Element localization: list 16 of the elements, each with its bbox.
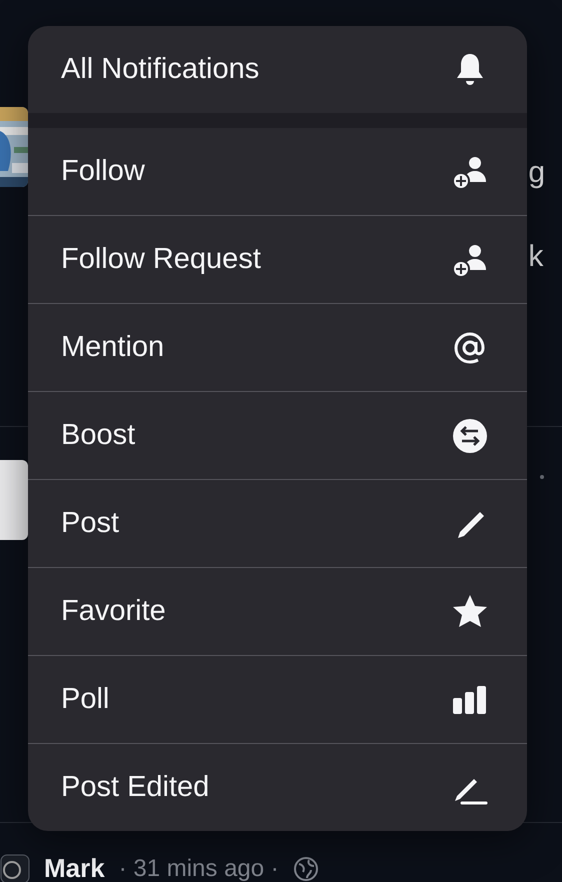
menu-item[interactable]: Post — [28, 480, 527, 568]
separator-dot — [540, 475, 544, 479]
author-name: Mark — [44, 853, 105, 882]
menu-item[interactable]: All Notifications — [28, 26, 527, 128]
post-time: · 31 mins ago · — [118, 854, 279, 882]
menu-item[interactable]: Boost — [28, 392, 527, 480]
globe-icon — [292, 856, 319, 882]
menu-item[interactable]: Mention — [28, 304, 527, 392]
menu-item[interactable]: Favorite — [28, 568, 527, 656]
menu-item[interactable]: Post Edited — [28, 744, 527, 831]
menu-item[interactable]: Poll — [28, 656, 527, 744]
menu-item[interactable]: Follow Request — [28, 216, 527, 304]
text-fragment: k — [528, 241, 544, 273]
text-fragment: g — [528, 157, 545, 189]
menu-item[interactable]: Follow — [28, 128, 527, 216]
avatar-icon — [0, 854, 30, 882]
